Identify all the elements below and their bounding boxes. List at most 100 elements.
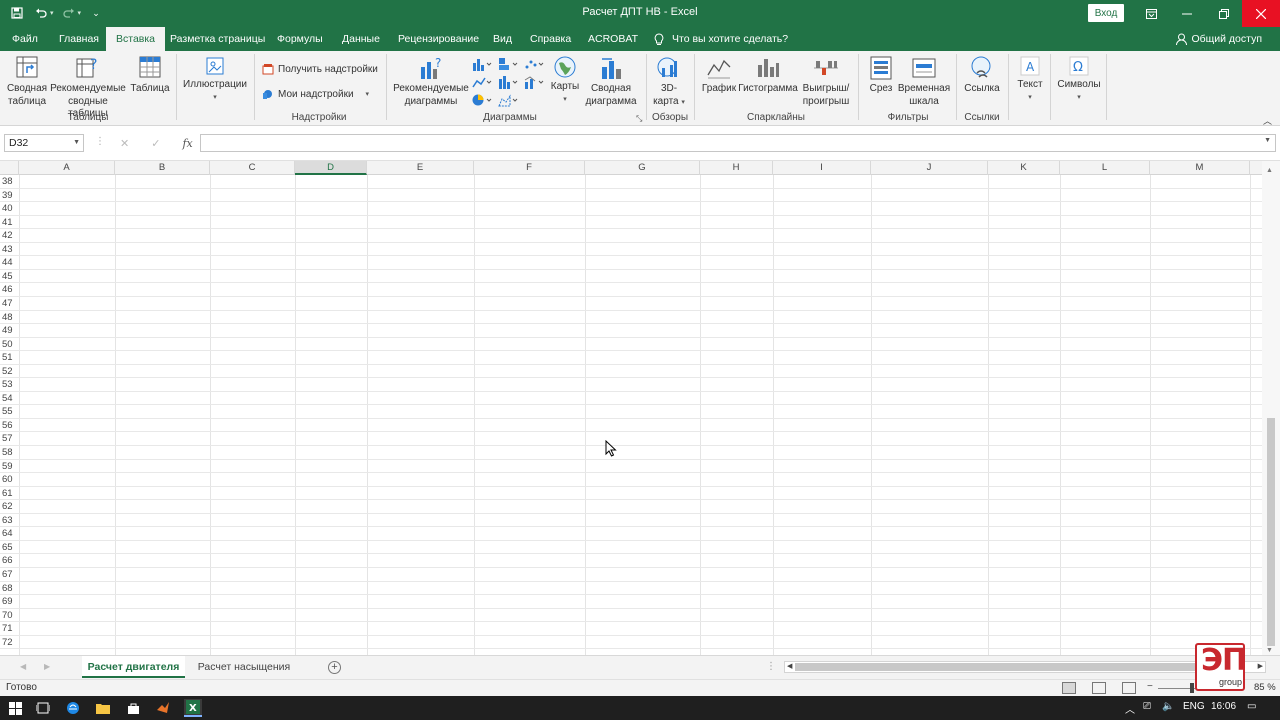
tab-acrobat[interactable]: ACROBAT — [588, 27, 638, 51]
signin-button[interactable]: Вход — [1088, 4, 1124, 22]
row-header[interactable]: 71 — [0, 622, 18, 636]
timeline-button[interactable]: Временная шкала — [896, 55, 952, 108]
zoom-slider-thumb[interactable] — [1190, 683, 1194, 693]
column-header-i[interactable]: I — [773, 161, 871, 175]
column-header-a[interactable]: A — [19, 161, 115, 175]
select-all-corner[interactable] — [0, 161, 19, 175]
task-view-icon[interactable] — [34, 699, 52, 717]
normal-view-icon[interactable] — [1062, 682, 1076, 694]
symbols-button[interactable]: Ω Символы ▾ — [1056, 55, 1102, 104]
tab-formulas[interactable]: Формулы — [277, 27, 323, 51]
pivot-table-button[interactable]: Сводная таблица — [7, 55, 47, 108]
row-header[interactable]: 50 — [0, 337, 18, 352]
horizontal-scrollbar[interactable]: ◀ ▶ — [784, 661, 1266, 673]
tab-view[interactable]: Вид — [493, 27, 512, 51]
text-button[interactable]: A Текст ▾ — [1014, 55, 1046, 104]
enter-icon[interactable]: ✓ — [151, 137, 160, 150]
tab-help[interactable]: Справка — [530, 27, 571, 51]
matlab-app-icon[interactable] — [154, 699, 172, 717]
pivot-chart-button[interactable]: Сводная диаграмма — [582, 55, 640, 108]
maps-button[interactable]: Карты ▾ — [548, 55, 582, 106]
row-header[interactable]: 55 — [0, 405, 18, 419]
row-header[interactable]: 41 — [0, 215, 18, 230]
row-header[interactable]: 59 — [0, 459, 18, 474]
scroll-left-icon[interactable]: ◀ — [787, 662, 792, 670]
scroll-right-icon[interactable]: ▶ — [1258, 662, 1263, 670]
row-header[interactable]: 72 — [0, 635, 18, 650]
pie-chart-icon[interactable] — [472, 93, 492, 107]
column-header-j[interactable]: J — [871, 161, 988, 175]
slicer-button[interactable]: Срез — [866, 55, 896, 96]
zoom-level[interactable]: 85 % — [1254, 682, 1276, 693]
row-header[interactable]: 45 — [0, 269, 18, 284]
tab-review[interactable]: Рецензирование — [398, 27, 479, 51]
windows-start-icon[interactable] — [6, 699, 24, 717]
ribbon-display-options-icon[interactable] — [1133, 0, 1169, 27]
column-header-d[interactable]: D — [295, 161, 367, 175]
sheet-tab-saturation[interactable]: Расчет насыщения — [188, 656, 300, 678]
page-layout-view-icon[interactable] — [1092, 682, 1106, 694]
row-header[interactable]: 65 — [0, 540, 18, 555]
column-header-k[interactable]: K — [988, 161, 1060, 175]
row-header[interactable]: 43 — [0, 242, 18, 257]
input-language[interactable]: ENG — [1183, 701, 1205, 712]
show-hidden-icons-icon[interactable]: ︿ — [1125, 701, 1135, 716]
recommended-pivot-button[interactable]: ? Рекомендуемые сводные таблицы — [50, 55, 126, 121]
zoom-out-icon[interactable]: − — [1147, 681, 1153, 692]
illustrations-button[interactable]: Иллюстрации ▾ — [182, 55, 248, 104]
name-box[interactable]: D32 ▼ — [4, 134, 84, 152]
row-header[interactable]: 58 — [0, 446, 18, 460]
add-sheet-icon[interactable]: + — [328, 661, 341, 674]
sparkline-line-button[interactable]: График — [700, 55, 738, 96]
table-button[interactable]: Таблица — [130, 55, 170, 96]
row-header[interactable]: 44 — [0, 256, 18, 270]
row-header[interactable]: 39 — [0, 188, 18, 203]
minimize-icon[interactable] — [1169, 0, 1205, 27]
3d-map-button[interactable]: 3D- карта ▾ — [650, 55, 688, 109]
action-center-icon[interactable]: ▭ — [1247, 701, 1256, 712]
tab-home[interactable]: Главная — [59, 27, 99, 51]
sparkline-winloss-button[interactable]: Выигрыш/ проигрыш — [798, 55, 854, 108]
horizontal-scroll-thumb[interactable] — [795, 663, 1195, 671]
cancel-icon[interactable]: ✕ — [120, 137, 129, 150]
tab-split-handle-icon[interactable]: ⋮ — [766, 661, 776, 672]
row-header[interactable]: 63 — [0, 513, 18, 528]
row-header[interactable]: 66 — [0, 554, 18, 568]
row-header[interactable]: 42 — [0, 229, 18, 243]
tab-insert[interactable]: Вставка — [106, 27, 166, 51]
row-header[interactable]: 68 — [0, 581, 18, 595]
scroll-down-icon[interactable]: ▼ — [1266, 647, 1273, 654]
sparkline-column-button[interactable]: Гистограмма — [738, 55, 798, 96]
sheet-tab-engine[interactable]: Расчет двигателя — [82, 656, 185, 678]
row-header[interactable]: 54 — [0, 391, 18, 406]
vertical-scrollbar[interactable]: ▲ ▼ — [1262, 161, 1280, 655]
row-header[interactable]: 47 — [0, 296, 18, 311]
excel-taskbar-icon[interactable]: X — [184, 699, 202, 717]
vertical-scroll-thumb[interactable] — [1267, 418, 1275, 646]
recommended-charts-button[interactable]: ? Рекомендуемые диаграммы — [393, 55, 469, 108]
row-header[interactable]: 52 — [0, 364, 18, 379]
my-addins-button[interactable]: Мои надстройки ▾ — [262, 88, 369, 100]
formula-input[interactable]: ▼ — [200, 134, 1276, 152]
row-header[interactable]: 57 — [0, 432, 18, 446]
column-header-h[interactable]: H — [700, 161, 773, 175]
scroll-up-icon[interactable]: ▲ — [1266, 167, 1273, 174]
row-header[interactable]: 60 — [0, 473, 18, 487]
tab-page-layout[interactable]: Разметка страницы — [170, 27, 265, 51]
row-header[interactable]: 64 — [0, 527, 18, 541]
row-header[interactable]: 61 — [0, 486, 18, 501]
column-header-g[interactable]: G — [585, 161, 700, 175]
row-header[interactable]: 38 — [0, 175, 18, 189]
tab-file[interactable]: Файл — [12, 27, 38, 51]
row-header[interactable]: 56 — [0, 418, 18, 433]
link-button[interactable]: Ссылка — [962, 55, 1002, 96]
column-header-l[interactable]: L — [1060, 161, 1150, 175]
row-header[interactable]: 53 — [0, 378, 18, 392]
get-addins-button[interactable]: Получить надстройки — [262, 63, 378, 75]
volume-icon[interactable]: 🔈 — [1162, 701, 1174, 712]
statistic-chart-icon[interactable] — [498, 75, 518, 89]
edge-browser-icon[interactable] — [64, 699, 82, 717]
expand-formula-icon[interactable]: ▼ — [1264, 137, 1271, 144]
sheet-next-icon[interactable]: ▶ — [44, 662, 50, 671]
area-chart-icon[interactable] — [498, 93, 518, 107]
